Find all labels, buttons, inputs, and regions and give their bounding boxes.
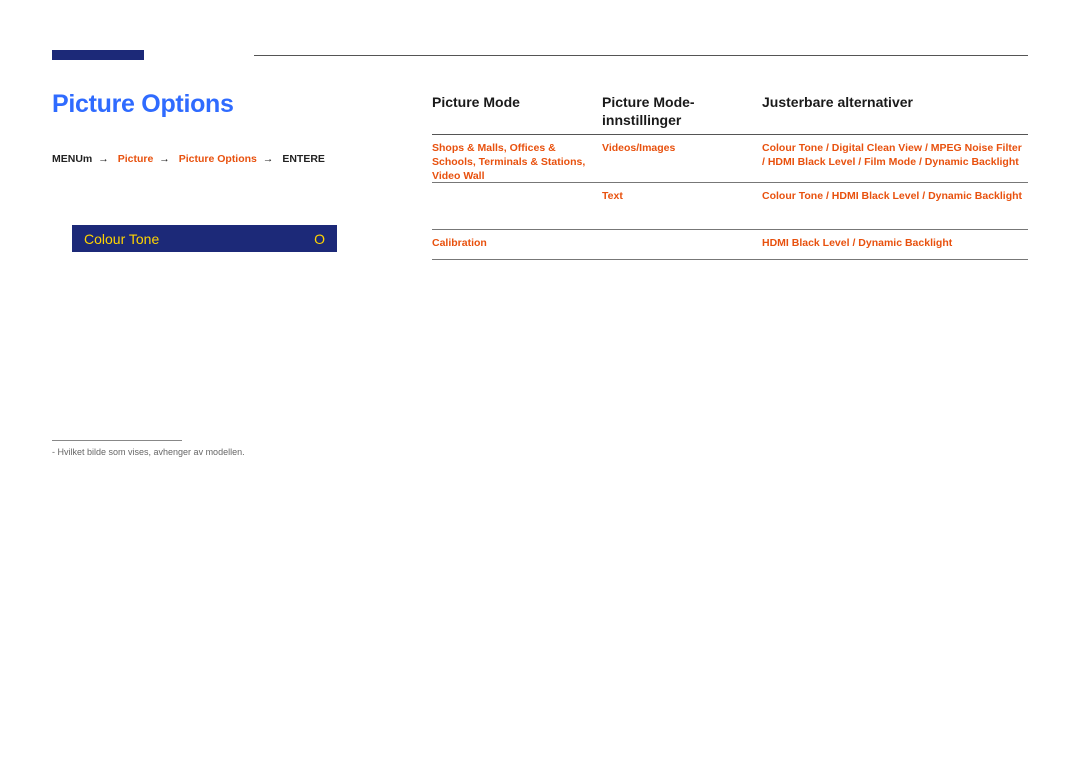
accent-block xyxy=(52,50,144,60)
footnote-rule xyxy=(52,440,182,441)
table-cell: Text xyxy=(602,183,762,230)
table-cell: Calibration xyxy=(432,230,602,260)
table-header-picture-mode: Picture Mode xyxy=(432,93,602,135)
table-cell xyxy=(602,230,762,260)
table-cell: Colour Tone / HDMI Black Level / Dynamic… xyxy=(762,183,1028,230)
table-cell: Colour Tone / Digital Clean View / MPEG … xyxy=(762,135,1028,183)
top-rule xyxy=(254,55,1028,56)
page-title: Picture Options xyxy=(52,90,432,119)
table-cell: Shops & Malls, Offices & Schools, Termin… xyxy=(432,135,602,183)
breadcrumb: MENUm→ Picture→ Picture Options→ ENTERE xyxy=(52,153,432,165)
menu-row-colour-tone[interactable]: Colour Tone O xyxy=(72,225,337,252)
table-header-settings: Picture Mode-innstillinger xyxy=(602,93,762,135)
breadcrumb-pre: MENU xyxy=(52,153,83,165)
breadcrumb-item-2: Picture Options xyxy=(179,153,257,165)
menu-item-label: Colour Tone xyxy=(84,231,159,247)
table-header-alternatives: Justerbare alternativer xyxy=(762,93,1028,135)
breadcrumb-item-1: Picture xyxy=(118,153,154,165)
table-cell: HDMI Black Level / Dynamic Backlight xyxy=(762,230,1028,260)
table-cell xyxy=(432,183,602,230)
menu-item-value: O xyxy=(314,231,325,247)
options-table: Picture Mode Shops & Malls, Offices & Sc… xyxy=(432,93,1028,260)
table-cell: Videos/Images xyxy=(602,135,762,183)
breadcrumb-post: ENTER xyxy=(282,153,318,165)
footnote: Hvilket bilde som vises, avhenger av mod… xyxy=(52,447,432,457)
